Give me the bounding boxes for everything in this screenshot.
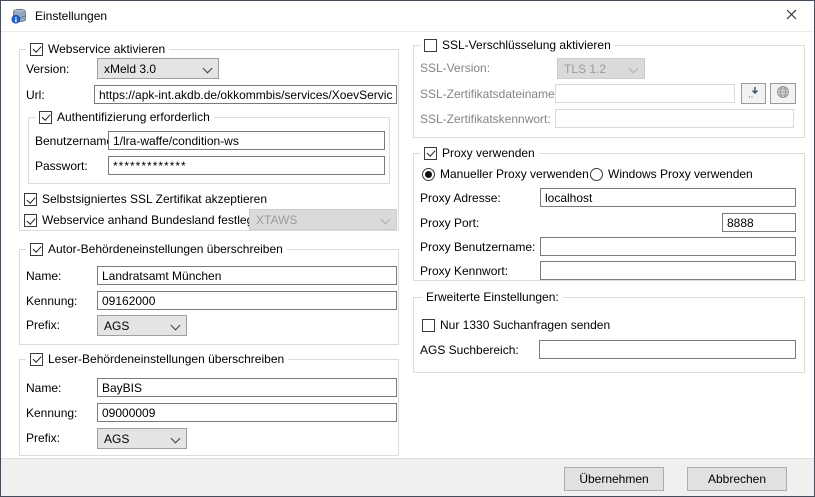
manual-proxy-row: Manueller Proxy verwenden xyxy=(422,167,589,182)
leser-name-input[interactable] xyxy=(97,378,397,397)
selfsigned-checkbox[interactable] xyxy=(24,193,37,206)
leser-prefix-select[interactable]: AGS xyxy=(97,428,187,449)
autor-kennung-input[interactable] xyxy=(97,291,397,310)
proxy-address-input[interactable] xyxy=(540,188,796,207)
url-input[interactable] xyxy=(94,85,397,104)
auth-erforderlich-label: Authentifizierung erforderlich xyxy=(57,109,210,125)
ssl-file-input xyxy=(555,84,735,103)
ags-suchbereich-label: AGS Suchbereich: xyxy=(420,343,519,358)
ssl-group: SSL-Verschlüsselung aktivieren SSL-Versi… xyxy=(413,45,805,138)
bundesland-select: XTAWS xyxy=(249,209,397,230)
autor-ueberschreiben-checkbox[interactable] xyxy=(30,243,43,256)
windows-proxy-label: Windows Proxy verwenden xyxy=(608,167,753,182)
leser-kennung-input[interactable] xyxy=(97,403,397,422)
only1330-checkbox[interactable] xyxy=(422,319,435,332)
proxy-verwenden-label: Proxy verwenden xyxy=(442,145,535,161)
autor-prefix-select[interactable]: AGS xyxy=(97,315,187,336)
auth-group: Authentifizierung erforderlich Benutzern… xyxy=(28,117,390,184)
proxy-user-label: Proxy Benutzername: xyxy=(420,240,535,255)
autor-prefix-label: Prefix: xyxy=(26,318,60,333)
abbrechen-button[interactable]: Abbrechen xyxy=(687,467,787,491)
ssl-version-value: TLS 1.2 xyxy=(564,62,606,76)
passwort-input[interactable] xyxy=(108,156,385,175)
auth-erforderlich-checkbox[interactable] xyxy=(39,111,52,124)
chevron-down-icon xyxy=(171,434,181,444)
bundesland-value: XTAWS xyxy=(256,213,297,227)
leser-ueberschreiben-checkbox[interactable] xyxy=(30,353,43,366)
benutzername-label: Benutzername: xyxy=(35,134,116,149)
autor-group: Autor-Behördeneinstellungen überschreibe… xyxy=(19,249,399,345)
ssl-pass-label: SSL-Zertifikatskennwort: xyxy=(420,112,551,127)
webservice-aktivieren-label: Webservice aktivieren xyxy=(48,41,165,57)
window-title: Einstellungen xyxy=(35,9,107,23)
bundesland-checkbox[interactable] xyxy=(24,214,37,227)
autor-kennung-label: Kennung: xyxy=(26,294,77,309)
einstellungen-dialog: Einstellungen Webservice aktivieren Vers… xyxy=(0,0,815,497)
advanced-group-label: Erweiterte Einstellungen: xyxy=(422,289,563,305)
certificate-globe-button[interactable] xyxy=(770,83,796,104)
proxy-user-input[interactable] xyxy=(540,237,796,256)
manual-proxy-radio[interactable] xyxy=(422,168,435,181)
leser-group: Leser-Behördeneinstellungen überschreibe… xyxy=(19,359,399,456)
only1330-label: Nur 1330 Suchanfragen senden xyxy=(440,318,610,333)
autor-ueberschreiben-label: Autor-Behördeneinstellungen überschreibe… xyxy=(48,241,283,257)
selfsigned-row: Selbstsigniertes SSL Zertifikat akzeptie… xyxy=(24,192,267,207)
only1330-row: Nur 1330 Suchanfragen senden xyxy=(422,318,610,333)
leser-ueberschreiben-label: Leser-Behördeneinstellungen überschreibe… xyxy=(48,351,284,367)
advanced-group: Erweiterte Einstellungen: Nur 1330 Sucha… xyxy=(413,297,805,373)
webservice-group: Webservice aktivieren Version: xMeld 3.0… xyxy=(19,49,399,231)
autor-name-input[interactable] xyxy=(97,266,397,285)
selfsigned-label: Selbstsigniertes SSL Zertifikat akzeptie… xyxy=(42,192,267,207)
proxy-address-label: Proxy Adresse: xyxy=(420,191,501,206)
chevron-down-icon xyxy=(171,321,181,331)
proxy-pass-input[interactable] xyxy=(540,261,796,280)
chevron-down-icon xyxy=(381,215,391,225)
proxy-port-input[interactable] xyxy=(722,213,796,232)
bundesland-label: Webservice anhand Bundesland festlegen xyxy=(42,213,267,228)
windows-proxy-row: Windows Proxy verwenden xyxy=(590,167,753,182)
proxy-port-label: Proxy Port: xyxy=(420,216,479,231)
ssl-pass-input xyxy=(555,109,794,128)
ssl-version-label: SSL-Version: xyxy=(420,61,490,76)
autor-name-label: Name: xyxy=(26,269,61,284)
leser-name-label: Name: xyxy=(26,381,61,396)
ssl-aktivieren-label: SSL-Verschlüsselung aktivieren xyxy=(442,37,611,53)
windows-proxy-radio[interactable] xyxy=(590,168,603,181)
chevron-down-icon xyxy=(629,64,639,74)
leser-prefix-value: AGS xyxy=(104,432,129,446)
uebernehmen-button[interactable]: Übernehmen xyxy=(564,467,664,491)
proxy-verwenden-checkbox[interactable] xyxy=(424,147,437,160)
ags-suchbereich-input[interactable] xyxy=(539,340,796,359)
ssl-aktivieren-checkbox[interactable] xyxy=(424,39,437,52)
bundesland-row: Webservice anhand Bundesland festlegen xyxy=(24,213,267,228)
chevron-down-icon xyxy=(203,64,213,74)
ssl-file-label: SSL-Zertifikatsdateiname: xyxy=(420,87,558,102)
globe-icon xyxy=(776,85,790,102)
leser-kennung-label: Kennung: xyxy=(26,406,77,421)
proxy-group: Proxy verwenden Manueller Proxy verwende… xyxy=(413,153,805,281)
footer-bar: Übernehmen Abbrechen xyxy=(1,458,814,497)
version-select[interactable]: xMeld 3.0 xyxy=(97,58,219,79)
version-value: xMeld 3.0 xyxy=(104,62,156,76)
manual-proxy-label: Manueller Proxy verwenden xyxy=(440,167,589,182)
leser-prefix-label: Prefix: xyxy=(26,431,60,446)
passwort-label: Passwort: xyxy=(35,159,88,174)
version-label: Version: xyxy=(26,62,69,77)
url-label: Url: xyxy=(26,88,45,103)
file-import-icon xyxy=(747,86,761,102)
title-bar: Einstellungen xyxy=(1,1,814,32)
benutzername-input[interactable] xyxy=(108,131,385,150)
autor-prefix-value: AGS xyxy=(104,319,129,333)
close-button[interactable] xyxy=(769,1,814,30)
app-icon xyxy=(11,8,27,24)
ssl-version-select: TLS 1.2 xyxy=(557,58,645,79)
webservice-aktivieren-checkbox[interactable] xyxy=(30,43,43,56)
browse-certificate-button[interactable] xyxy=(741,83,766,104)
proxy-pass-label: Proxy Kennwort: xyxy=(420,264,508,279)
close-icon xyxy=(786,9,797,23)
